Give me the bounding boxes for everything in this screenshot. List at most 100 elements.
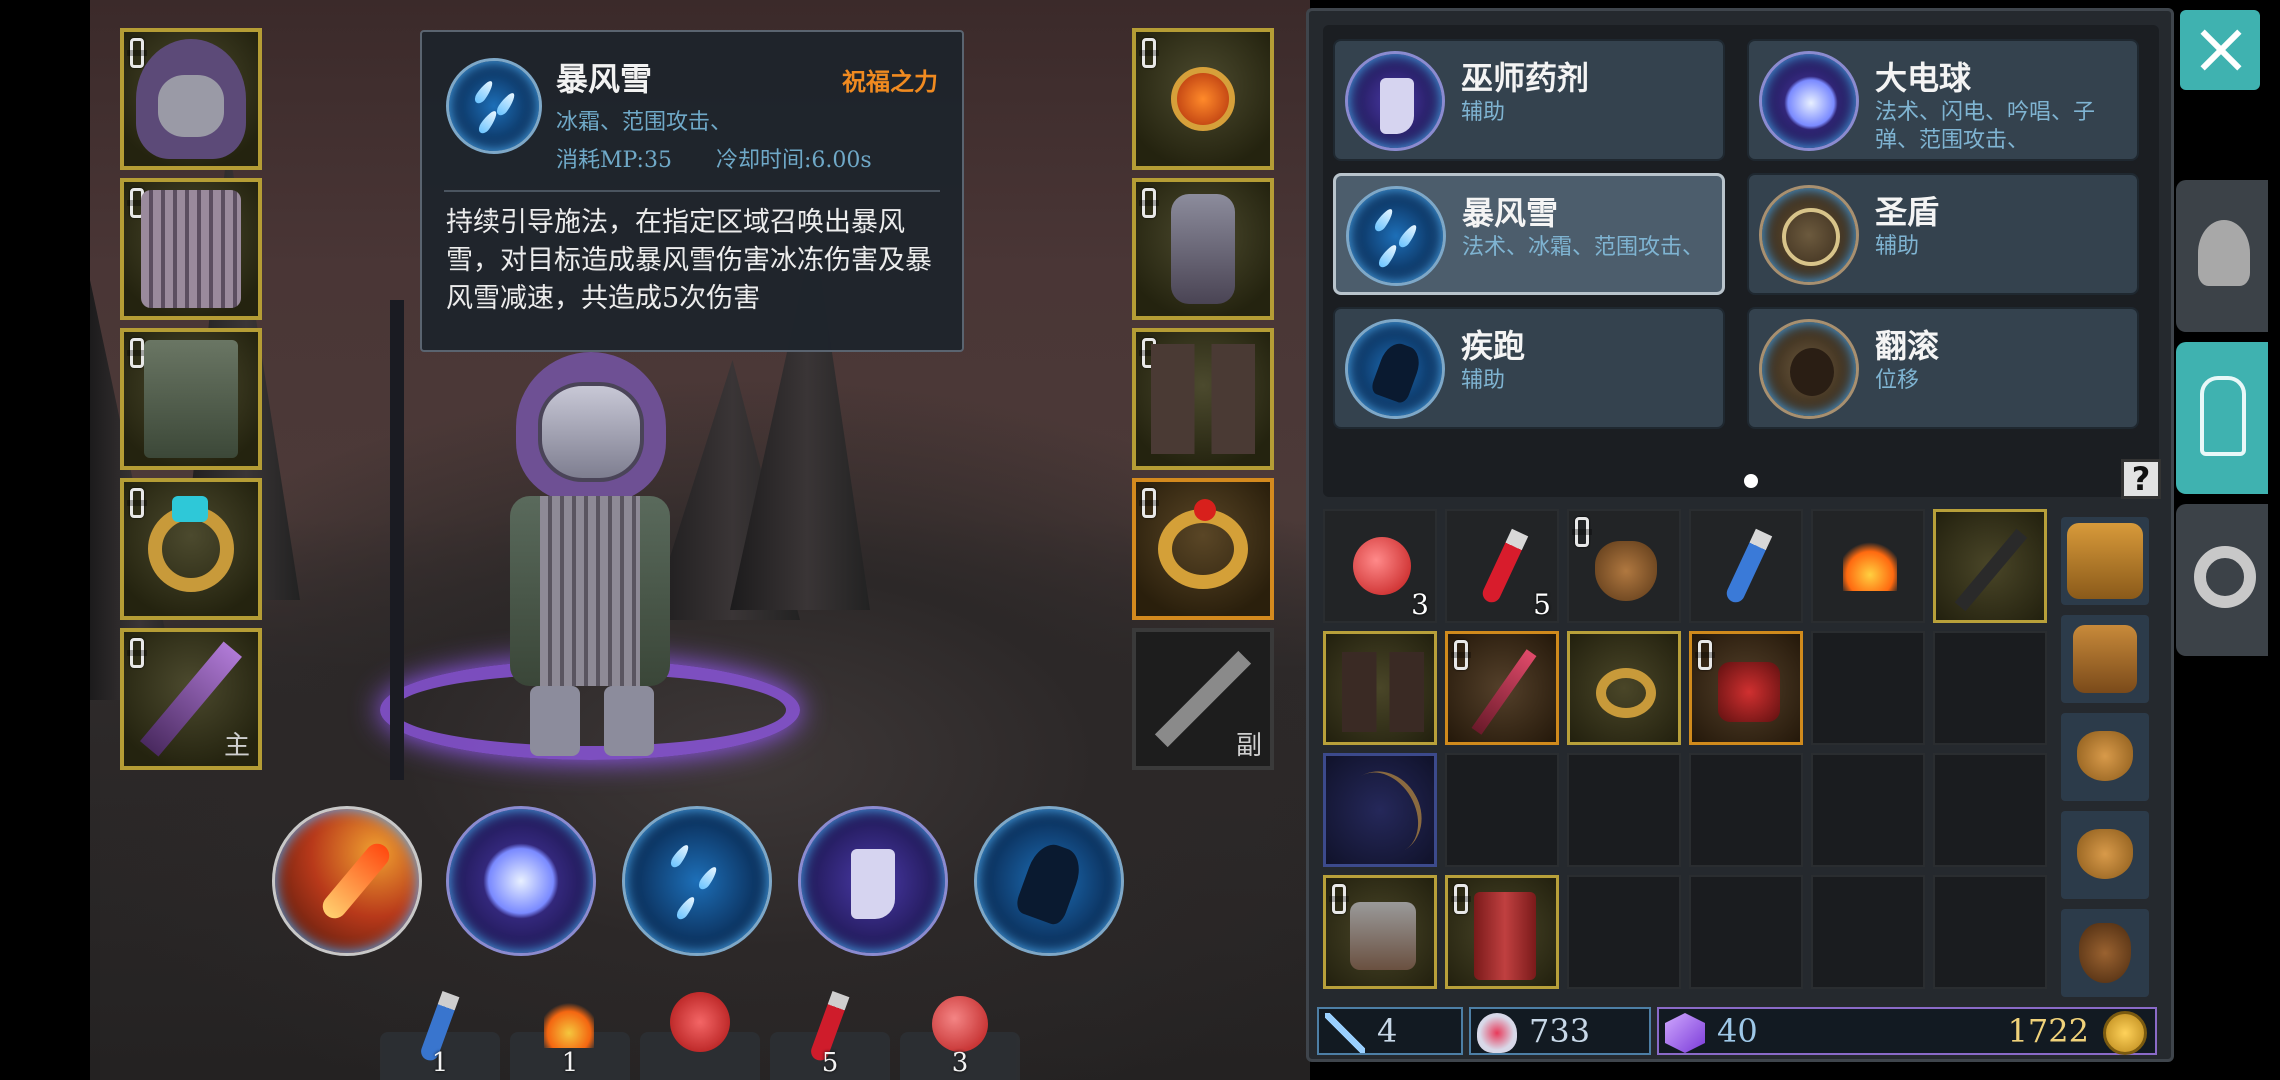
skill-tags: 辅助 (1461, 368, 1506, 393)
lock-icon (1139, 38, 1159, 68)
lock-icon (127, 488, 147, 518)
skill-card-lightning-ball[interactable]: 大电球 法术、闪电、吟唱、子弹、范围攻击、 (1747, 39, 2139, 161)
red-gauntlet-icon (1718, 662, 1780, 722)
tooltip-blessing-tag: 祝福之力 (842, 67, 938, 96)
skill-card-holy-shield[interactable]: 圣盾 辅助 (1747, 173, 2139, 295)
gloves-slot[interactable] (1132, 178, 1274, 320)
gold-value: 1722 (2007, 1012, 2089, 1050)
help-button[interactable]: ? (2121, 459, 2161, 499)
inventory-slot-empty[interactable] (1811, 753, 1925, 867)
skill-card-sprint[interactable]: 疾跑 辅助 (1333, 307, 1725, 429)
lock-icon (127, 338, 147, 368)
lock-icon (1329, 884, 1349, 914)
gold-coin-icon (2103, 1011, 2147, 1055)
wizard-potion-skill-icon[interactable] (798, 806, 948, 956)
campfire-icon (1843, 537, 1897, 591)
tooltip-skill-name: 暴风雪 (556, 60, 653, 98)
skill-card-roll[interactable]: 翻滚 位移 (1747, 307, 2139, 429)
amulet-icon (1171, 67, 1235, 131)
inventory-slot-empty[interactable] (1933, 631, 2047, 745)
ring-slot[interactable] (120, 478, 262, 620)
inventory-slot-empty[interactable] (1811, 875, 1925, 989)
bag-tab-sack[interactable] (2061, 909, 2149, 997)
inventory-slot-empty[interactable] (1933, 753, 2047, 867)
sprint-skill-icon[interactable] (974, 806, 1124, 956)
pouch-icon (2077, 731, 2133, 781)
bag-tab-pouch-1[interactable] (2061, 713, 2149, 801)
tab-equipment[interactable] (2176, 180, 2268, 332)
inventory-slot-red-gauntlet[interactable] (1689, 631, 1803, 745)
blizzard-icon (446, 58, 542, 154)
main-weapon-slot[interactable]: 主 (120, 628, 262, 770)
chest-armor-slot[interactable] (120, 178, 262, 320)
robe-icon (141, 190, 241, 308)
bag-tab-pouch-2[interactable] (2061, 811, 2149, 899)
bag-tab-backpack-large[interactable] (2061, 517, 2149, 605)
helmet-icon (2198, 220, 2250, 286)
red-flask-consumable[interactable] (640, 992, 760, 1080)
inventory-slot-red-robe[interactable] (1445, 875, 1559, 989)
necklace-slot[interactable] (1132, 28, 1274, 170)
skill-card-blizzard[interactable]: 暴风雪 法术、冰霜、范围攻击、 (1333, 173, 1725, 295)
inventory-slot-empty[interactable] (1567, 875, 1681, 989)
lightning-ball-skill-icon[interactable] (446, 806, 596, 956)
inventory-slot-red-vial[interactable]: 5 (1445, 509, 1559, 623)
fireball-skill-icon[interactable] (272, 806, 422, 956)
skill-name: 圣盾 (1875, 193, 1940, 231)
skill-tags: 辅助 (1875, 234, 1920, 259)
sack-icon (2079, 923, 2131, 983)
campfire-icon (544, 998, 594, 1048)
lock-icon (127, 38, 147, 68)
blue-vial-consumable[interactable]: 1 (380, 991, 500, 1080)
tooltip-cooldown: 冷却时间:6.00s (716, 148, 872, 173)
red-vial-consumable[interactable]: 5 (770, 991, 890, 1080)
character-portrait (380, 300, 810, 780)
blizzard-skill-icon[interactable] (622, 806, 772, 956)
tab-settings[interactable] (2176, 504, 2268, 656)
inventory-slot-pouch[interactable] (1567, 509, 1681, 623)
inventory-slot-bow[interactable] (1323, 753, 1437, 869)
helmet-slot[interactable] (120, 28, 262, 170)
staff-icon (1471, 649, 1537, 735)
red-potion-consumable[interactable]: 3 (900, 996, 1020, 1080)
inventory-slot-blue-vial[interactable] (1689, 509, 1803, 623)
inventory-slot-campfire[interactable] (1811, 509, 1925, 623)
game-screen: 主 副 暴风雪 祝福之力 冰霜、范围攻击、 消耗MP:35 冷却时间:6.00s… (0, 0, 2280, 1080)
inventory-slot-red-potion[interactable]: 3 (1323, 509, 1437, 623)
inventory-slot-dagger[interactable] (1933, 509, 2047, 623)
ring-slot-2[interactable] (1132, 478, 1274, 620)
item-quantity: 5 (1533, 588, 1551, 621)
inventory-slot-ring[interactable] (1567, 631, 1681, 745)
campfire-consumable[interactable]: 1 (510, 998, 630, 1080)
skill-card-wizard-potion[interactable]: 巫师药剂 辅助 (1333, 39, 1725, 161)
lightning-ball-icon (1759, 51, 1859, 151)
skill-points-counter: 4 (1317, 1007, 1463, 1055)
inventory-slot-empty[interactable] (1689, 875, 1803, 989)
leg-armor-slot[interactable] (120, 328, 262, 470)
bag-tab-backpack[interactable] (2061, 615, 2149, 703)
lock-icon (1451, 884, 1471, 914)
inventory-slot-empty[interactable] (1811, 631, 1925, 745)
skill-name: 翻滚 (1875, 327, 1940, 365)
offhand-slot[interactable]: 副 (1132, 628, 1274, 770)
holy-shield-icon (1759, 185, 1859, 285)
inventory-slot-leather-gloves[interactable] (1323, 875, 1437, 989)
skill-tags: 法术、冰霜、范围攻击、 (1462, 235, 1705, 260)
inventory-slot-boots[interactable] (1323, 631, 1437, 745)
inventory-slot-empty[interactable] (1933, 875, 2047, 989)
skill-list: 巫师药剂 辅助 大电球 法术、闪电、吟唱、子弹、范围攻击、 暴风雪 法术、冰霜、… (1323, 25, 2161, 499)
backpack-icon (2067, 523, 2143, 599)
lifebuoy-icon (2194, 546, 2256, 608)
inventory-slot-empty[interactable] (1445, 753, 1559, 867)
tab-skills[interactable] (2176, 342, 2268, 494)
ring-icon (148, 496, 234, 592)
off-hand-tag: 副 (1235, 731, 1262, 761)
red-vial-icon (1479, 528, 1529, 606)
inventory-slot-staff[interactable] (1445, 631, 1559, 745)
inventory-slot-empty[interactable] (1689, 753, 1803, 867)
boots-slot[interactable] (1132, 328, 1274, 470)
bow-icon (1329, 757, 1437, 869)
pouch-icon (2077, 829, 2133, 879)
inventory-slot-empty[interactable] (1567, 753, 1681, 867)
close-button[interactable] (2180, 10, 2260, 90)
